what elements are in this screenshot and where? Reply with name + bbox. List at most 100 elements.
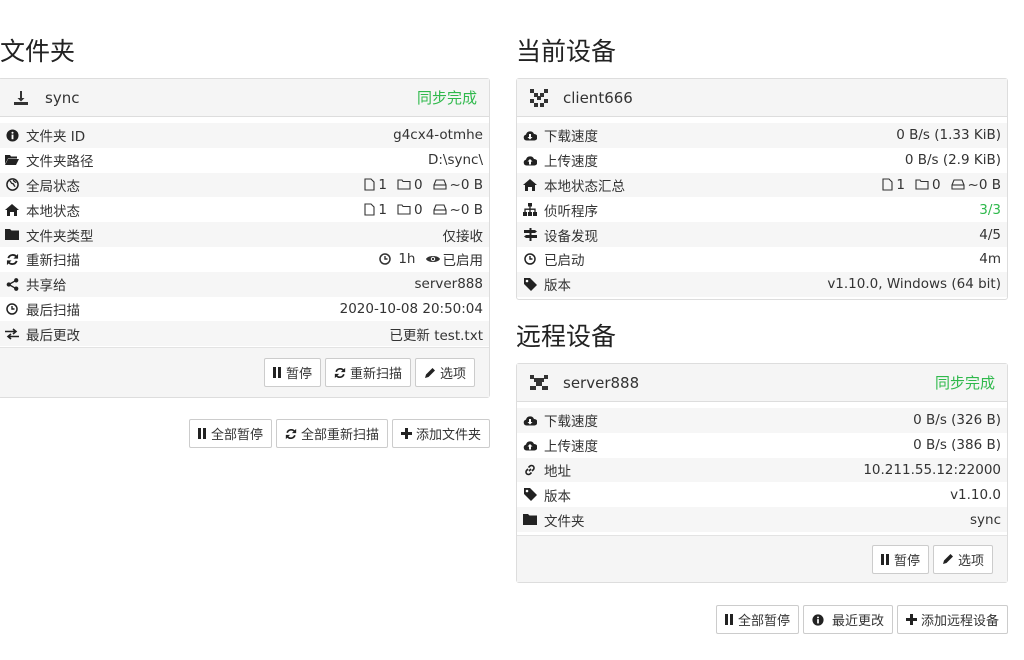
pause-all-devices-button[interactable]: 全部暂停 bbox=[715, 605, 799, 634]
device-row-download: 下载速度 0 B/s (1.33 KiB) bbox=[517, 123, 1007, 148]
file-count: 1 bbox=[882, 177, 905, 193]
row-label: 全局状态 bbox=[26, 178, 80, 195]
recent-changes-button[interactable]: 最近更改 bbox=[802, 605, 893, 634]
file-icon bbox=[364, 178, 375, 192]
folder-actions: 全部暂停 全部重新扫描 添加文件夹 bbox=[188, 419, 490, 448]
pencil-icon bbox=[942, 554, 953, 564]
pause-icon bbox=[880, 553, 889, 565]
refresh-icon bbox=[5, 252, 19, 266]
row-value: 2020-10-08 20:50:04 bbox=[339, 300, 483, 317]
this-device-heading[interactable]: client666 bbox=[517, 79, 1007, 117]
row-value: 已更新 test.txt bbox=[389, 327, 483, 344]
row-value: 1h 已启用 bbox=[373, 249, 483, 269]
pause-icon bbox=[724, 614, 733, 625]
exchange-icon bbox=[5, 327, 19, 341]
signpost-icon bbox=[523, 228, 537, 242]
folder-row-path: 文件夹路径 D:\sync\ bbox=[0, 148, 489, 173]
folder-status: 同步完成 bbox=[416, 89, 477, 107]
row-value: 4m bbox=[979, 251, 1001, 268]
rescan-all-button[interactable]: 全部重新扫描 bbox=[275, 419, 388, 448]
row-label: 下载速度 bbox=[544, 414, 598, 431]
row-label: 设备发现 bbox=[544, 228, 598, 245]
row-label: 已启动 bbox=[544, 253, 585, 270]
row-label: 本地状态 bbox=[26, 203, 80, 220]
row-label: 上传速度 bbox=[544, 439, 598, 456]
rescan-interval: 1h bbox=[379, 251, 416, 267]
file-icon bbox=[882, 178, 893, 192]
folder-icon bbox=[5, 228, 19, 242]
row-label: 本地状态汇总 bbox=[544, 178, 625, 195]
row-value: server888 bbox=[414, 276, 483, 293]
dir-count: 0 bbox=[915, 177, 941, 193]
folder-name: sync bbox=[45, 88, 80, 107]
size-value: ~0 B bbox=[432, 202, 483, 218]
row-label: 侦听程序 bbox=[544, 203, 598, 220]
remote-row-folders: 文件夹 sync bbox=[517, 507, 1007, 532]
hdd-icon bbox=[432, 179, 447, 191]
row-value: 0 B/s (326 B) bbox=[913, 412, 1001, 429]
row-label: 共享给 bbox=[26, 278, 67, 295]
add-folder-button[interactable]: 添加文件夹 bbox=[391, 419, 490, 448]
tag-icon bbox=[523, 488, 537, 502]
info-icon bbox=[812, 613, 824, 626]
row-label: 上传速度 bbox=[544, 154, 598, 171]
row-value: 0 B/s (386 B) bbox=[913, 437, 1001, 454]
pause-device-button[interactable]: 暂停 bbox=[871, 544, 929, 574]
device-identicon bbox=[529, 88, 549, 108]
device-options-button[interactable]: 选项 bbox=[932, 544, 993, 574]
clock-icon bbox=[523, 252, 537, 266]
size-value: ~0 B bbox=[950, 177, 1001, 193]
info-icon bbox=[5, 128, 19, 142]
row-label: 地址 bbox=[544, 463, 571, 480]
remote-device-details: 下载速度 0 B/s (326 B) 上传速度 0 B/s (386 B) 地址… bbox=[517, 402, 1007, 532]
watch-status: 已启用 bbox=[425, 249, 483, 269]
dir-count: 0 bbox=[397, 177, 423, 193]
device-row-local-summary: 本地状态汇总 1 0 ~0 B bbox=[517, 172, 1007, 198]
refresh-icon bbox=[285, 428, 297, 439]
hdd-icon bbox=[950, 179, 965, 191]
row-value: D:\sync\ bbox=[427, 152, 483, 169]
folder-row-last-change: 最后更改 已更新 test.txt bbox=[0, 321, 489, 347]
folder-panel-heading[interactable]: sync 同步完成 bbox=[0, 79, 489, 117]
folder-row-global-state: 全局状态 1 0 ~0 B bbox=[0, 172, 489, 198]
size-value: ~0 B bbox=[432, 177, 483, 193]
remote-row-version: 版本 v1.10.0 bbox=[517, 482, 1007, 507]
pencil-icon bbox=[424, 367, 435, 378]
row-value: sync bbox=[969, 511, 1001, 528]
rescan-folder-button[interactable]: 重新扫描 bbox=[324, 358, 411, 387]
device-identicon bbox=[529, 373, 549, 393]
remote-row-address: 地址 10.211.55.12:22000 bbox=[517, 457, 1007, 483]
remote-devices-title: 远程设备 bbox=[516, 322, 617, 351]
row-label: 文件夹 ID bbox=[26, 129, 86, 146]
globe-icon bbox=[5, 178, 19, 192]
pause-icon bbox=[272, 367, 281, 378]
home-icon bbox=[5, 203, 19, 217]
home-icon bbox=[523, 178, 537, 192]
row-label: 文件夹类型 bbox=[26, 228, 94, 245]
device-row-uptime: 已启动 4m bbox=[517, 247, 1007, 272]
device-row-listeners: 侦听程序 3/3 bbox=[517, 197, 1007, 222]
cloud-download-icon bbox=[523, 413, 537, 427]
row-label: 版本 bbox=[544, 278, 571, 295]
pause-folder-button[interactable]: 暂停 bbox=[263, 358, 321, 387]
row-label: 下载速度 bbox=[544, 129, 598, 146]
file-count: 1 bbox=[364, 177, 387, 193]
remote-device-name: server888 bbox=[563, 373, 640, 392]
folder-icon bbox=[523, 513, 537, 527]
tag-icon bbox=[523, 277, 537, 291]
row-value: 1 0 ~0 B bbox=[358, 177, 483, 193]
row-label: 文件夹 bbox=[544, 513, 585, 530]
add-remote-device-button[interactable]: 添加远程设备 bbox=[896, 605, 1008, 634]
folder-row-rescan: 重新扫描 1h 已启用 bbox=[0, 247, 489, 272]
row-value: 3/3 bbox=[979, 201, 1001, 218]
folder-panel-sync: sync 同步完成 文件夹 ID g4cx4-otmhe 文件夹路径 D:\sy… bbox=[0, 78, 490, 398]
remote-device-heading[interactable]: server888 同步完成 bbox=[517, 364, 1007, 402]
remote-device-footer: 暂停 选项 bbox=[517, 535, 1007, 582]
folder-panel-footer: 暂停 重新扫描 选项 bbox=[0, 347, 489, 397]
hdd-icon bbox=[432, 204, 447, 215]
this-device-title: 当前设备 bbox=[516, 37, 617, 66]
folder-open-icon bbox=[5, 153, 19, 167]
plus-icon bbox=[905, 614, 917, 625]
folder-options-button[interactable]: 选项 bbox=[414, 358, 475, 387]
pause-all-folders-button[interactable]: 全部暂停 bbox=[188, 419, 272, 448]
